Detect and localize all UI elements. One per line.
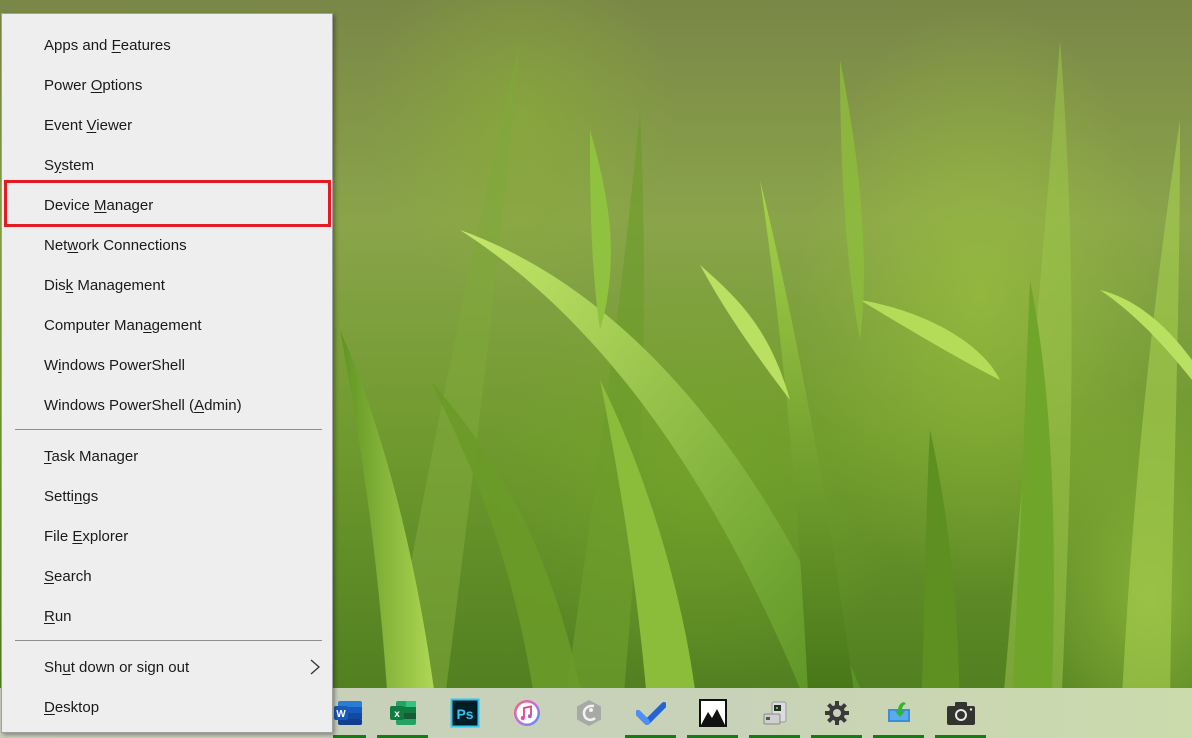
taskbar-app-excel[interactable]: x [377, 688, 428, 738]
menu-item-apps-and-features[interactable]: Apps and Features [2, 25, 332, 65]
menu-item-run[interactable]: Run [2, 596, 332, 636]
taskbar-app-camera[interactable] [935, 688, 986, 738]
menu-item-label: Shut down or sign out [44, 658, 190, 676]
menu-item-label: Windows PowerShell [44, 356, 185, 374]
svg-text:W: W [336, 709, 346, 720]
photos-icon [698, 698, 728, 728]
chevron-right-icon [310, 659, 320, 675]
grey-hexagon-app-icon [574, 698, 604, 728]
taskbar-app-settings[interactable] [811, 688, 862, 738]
menu-item-label: Run [44, 607, 72, 625]
photoshop-icon: Ps [450, 698, 480, 728]
taskbar-app-photoshop[interactable]: Ps [439, 688, 490, 738]
camera-icon [946, 698, 976, 728]
menu-item-label: Search [44, 567, 92, 585]
menu-item-label: Desktop [44, 698, 100, 716]
menu-item-network-connections[interactable]: Network Connections [2, 225, 332, 265]
menu-item-computer-management[interactable]: Computer Management [2, 305, 332, 345]
menu-item-system[interactable]: System [2, 145, 332, 185]
menu-item-label: Task Manager [44, 447, 139, 465]
menu-item-label: Apps and Features [44, 36, 171, 54]
excel-icon: x [388, 698, 418, 728]
gear-icon [822, 698, 852, 728]
menu-item-desktop[interactable]: Desktop [2, 687, 332, 727]
menu-separator [15, 429, 322, 430]
svg-text:x: x [394, 709, 400, 720]
winx-context-menu: Apps and Features Power Options Event Vi… [1, 13, 333, 733]
taskbar-app-microsoft-to-do[interactable] [625, 688, 676, 738]
menu-item-label: Settings [44, 487, 99, 505]
checkmark-icon [634, 698, 667, 728]
menu-item-label: Power Options [44, 76, 143, 94]
taskbar-app-scanner[interactable] [749, 688, 800, 738]
menu-item-device-manager[interactable]: Device Manager [2, 185, 332, 225]
menu-item-disk-management[interactable]: Disk Management [2, 265, 332, 305]
taskbar-app-photos[interactable] [687, 688, 738, 738]
menu-item-event-viewer[interactable]: Event Viewer [2, 105, 332, 145]
svg-text:Ps: Ps [456, 706, 473, 722]
menu-item-label: Computer Management [44, 316, 202, 334]
menu-item-label: Event Viewer [44, 116, 133, 134]
menu-item-label: System [44, 156, 95, 174]
itunes-icon [512, 698, 542, 728]
menu-item-task-manager[interactable]: Task Manager [2, 436, 332, 476]
menu-item-settings[interactable]: Settings [2, 476, 332, 516]
menu-item-file-explorer[interactable]: File Explorer [2, 516, 332, 556]
taskbar-app-download-tray[interactable] [873, 688, 924, 738]
download-tray-icon [884, 698, 914, 728]
menu-separator [15, 640, 322, 641]
menu-item-windows-powershell[interactable]: Windows PowerShell [2, 345, 332, 385]
menu-item-label: Device Manager [44, 196, 154, 214]
menu-item-power-options[interactable]: Power Options [2, 65, 332, 105]
word-icon: W [333, 698, 364, 728]
taskbar-app-grey-hexagon[interactable] [563, 688, 614, 738]
menu-item-search[interactable]: Search [2, 556, 332, 596]
menu-item-windows-powershell-admin[interactable]: Windows PowerShell (Admin) [2, 385, 332, 425]
menu-item-shut-down-or-sign-out[interactable]: Shut down or sign out [2, 647, 332, 687]
menu-item-label: Disk Management [44, 276, 165, 294]
menu-item-label: Network Connections [44, 236, 187, 254]
menu-item-label: Windows PowerShell (Admin) [44, 396, 242, 414]
scanner-icon [760, 698, 790, 728]
menu-item-label: File Explorer [44, 527, 129, 545]
taskbar-app-itunes[interactable] [501, 688, 552, 738]
